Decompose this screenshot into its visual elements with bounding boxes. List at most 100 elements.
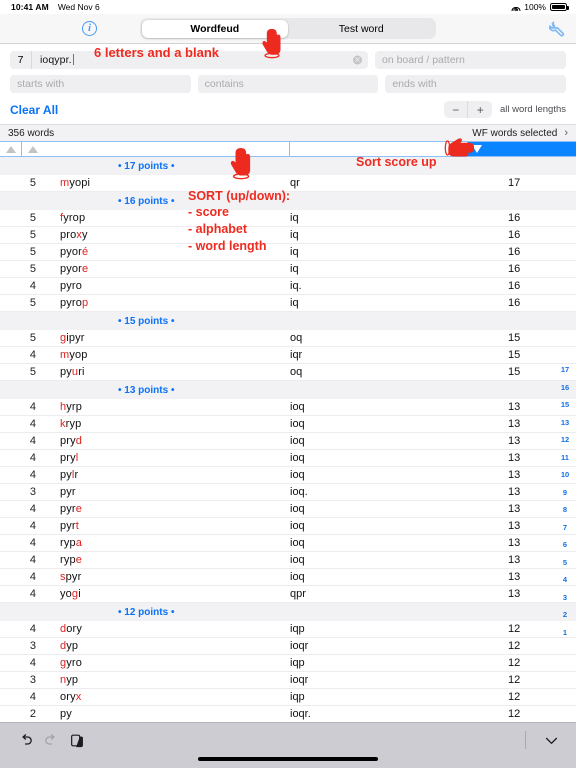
ios-status-bar: 10:41 AM Wed Nov 6 100% (0, 0, 576, 14)
sort-by-remaining-button[interactable] (290, 142, 468, 156)
table-row[interactable]: 2 py ioqr. 12 (0, 706, 576, 723)
index-scroller-item[interactable]: 10 (554, 466, 576, 484)
undo-icon[interactable] (12, 729, 38, 751)
index-scroller-item[interactable]: 2 (554, 606, 576, 624)
table-row[interactable]: 5 pyoré iq 16 (0, 244, 576, 261)
index-scroller-item[interactable]: 7 (554, 519, 576, 537)
table-row[interactable]: 5 gipyr oq 15 (0, 330, 576, 347)
info-circle-icon[interactable]: i (82, 21, 97, 36)
table-row[interactable]: 5 pyore iq 16 (0, 261, 576, 278)
index-scroller[interactable]: 17 16 15 13 12 11 10 9 8 7 6 5 4 3 2 1 (554, 361, 576, 641)
cell-word-length: 4 (29, 623, 36, 635)
sort-header-row (0, 141, 576, 157)
cell-word-length: 4 (29, 349, 36, 361)
index-scroller-item[interactable]: 11 (554, 449, 576, 467)
table-row[interactable]: 4 pryd ioq 13 (0, 433, 576, 450)
index-scroller-item[interactable]: 6 (554, 536, 576, 554)
score-group-label: • 13 points • (118, 384, 175, 396)
rack-letter: yro (66, 657, 83, 669)
bottom-toolbar (0, 722, 576, 768)
tab-test-word[interactable]: Test word (288, 20, 435, 38)
cell-word-length: 5 (29, 246, 36, 258)
index-scroller-item[interactable]: 3 (554, 589, 576, 607)
table-row[interactable]: 4 pyre ioq 13 (0, 501, 576, 518)
cell-score: 16 (508, 280, 521, 292)
table-row[interactable]: 4 pyrt ioq 13 (0, 518, 576, 535)
clear-circle-icon[interactable]: ✕ (353, 55, 362, 65)
table-row[interactable]: 4 kryp ioq 13 (0, 416, 576, 433)
table-row[interactable]: 4 gyro iqp 12 (0, 655, 576, 672)
toolbar-divider (525, 731, 526, 749)
cell-word-length: 5 (29, 297, 36, 309)
index-scroller-item[interactable]: 8 (554, 501, 576, 519)
index-scroller-item[interactable]: 13 (554, 414, 576, 432)
table-row[interactable]: 4 myop iqr 15 (0, 347, 576, 364)
cell-remaining-letters: iqp (290, 691, 305, 703)
rack-letter: yop (69, 349, 88, 361)
index-scroller-item[interactable]: 1 (554, 624, 576, 642)
board-pattern-input[interactable]: on board / pattern (375, 51, 566, 69)
contains-input[interactable]: contains (197, 75, 379, 93)
ends-with-input[interactable]: ends with (385, 75, 567, 93)
table-row[interactable]: 5 pyuri oq 15 (0, 364, 576, 381)
table-row[interactable]: 4 dory iqp 12 (0, 621, 576, 638)
cell-word: yogi (44, 588, 290, 600)
wrench-icon[interactable] (548, 20, 566, 38)
index-scroller-item[interactable]: 4 (554, 571, 576, 589)
index-scroller-item[interactable]: 15 (554, 396, 576, 414)
word-length-stepper[interactable]: − + (443, 101, 492, 118)
sort-by-alphabet-button[interactable] (22, 142, 290, 156)
rack-letter: pyr (60, 520, 76, 532)
table-row[interactable]: 5 proxy iq 16 (0, 227, 576, 244)
sort-by-length-button[interactable] (0, 142, 22, 156)
cell-score: 16 (508, 297, 521, 309)
index-scroller-item[interactable]: 5 (554, 554, 576, 572)
cell-word: pyro (44, 280, 290, 292)
rack-letter: py (60, 366, 72, 378)
paste-icon[interactable] (64, 729, 90, 751)
table-row[interactable]: 3 pyr ioq. 13 (0, 484, 576, 501)
table-row[interactable]: 5 myopi qr 17 (0, 175, 576, 192)
index-scroller-item[interactable]: 9 (554, 484, 576, 502)
cell-score: 17 (508, 177, 521, 189)
sort-descending-icon (472, 145, 482, 153)
chevron-down-icon[interactable] (538, 729, 564, 751)
cell-word-length: 5 (29, 212, 36, 224)
redo-icon[interactable] (38, 729, 64, 751)
table-row[interactable]: 4 yogi qpr 13 (0, 586, 576, 603)
blank-letter: x (75, 691, 82, 703)
cell-score: 16 (508, 229, 521, 241)
cell-score: 16 (508, 212, 521, 224)
starts-with-input[interactable]: starts with (10, 75, 191, 93)
length-increment-button[interactable]: + (468, 101, 492, 118)
table-row[interactable]: 5 fyrop iq 16 (0, 210, 576, 227)
sort-by-score-button[interactable] (468, 142, 576, 156)
cell-word: pyuri (44, 366, 290, 378)
tab-wordfeud[interactable]: Wordfeud (141, 19, 288, 38)
table-row[interactable]: 4 oryx iqp 12 (0, 689, 576, 706)
table-row[interactable]: 4 hyrp ioq 13 (0, 399, 576, 416)
dictionary-selector[interactable]: WF words selected › (472, 127, 568, 139)
index-scroller-item[interactable]: 17 (554, 361, 576, 379)
table-row[interactable]: 4 spyr ioq 13 (0, 569, 576, 586)
index-scroller-item[interactable]: 16 (554, 379, 576, 397)
cell-word-length: 4 (29, 452, 36, 464)
rack-letter: yrop (63, 212, 86, 224)
table-row[interactable]: 3 nyp ioqr 12 (0, 672, 576, 689)
table-row[interactable]: 3 dyp ioqr 12 (0, 638, 576, 655)
length-decrement-button[interactable]: − (444, 101, 469, 118)
mode-segmented-control[interactable]: Wordfeud Test word (140, 18, 436, 39)
cell-word-length: 5 (29, 366, 36, 378)
table-row[interactable]: 4 rypa ioq 13 (0, 535, 576, 552)
word-results-list[interactable]: • 17 points • 5 myopi qr 17 • 16 points • 5 fyr… (0, 157, 576, 746)
table-row[interactable]: 4 rype ioq 13 (0, 552, 576, 569)
cell-word-length: 4 (29, 401, 36, 413)
table-row[interactable]: 4 pyro iq. 16 (0, 278, 576, 295)
cell-remaining-letters: ioqr (290, 640, 309, 652)
table-row[interactable]: 4 pryl ioq 13 (0, 450, 576, 467)
rack-input[interactable]: 7 ioqypr. ✕ (10, 51, 368, 69)
clear-all-button[interactable]: Clear All (10, 103, 58, 117)
table-row[interactable]: 4 pylr ioq 13 (0, 467, 576, 484)
table-row[interactable]: 5 pyrop iq 16 (0, 295, 576, 312)
index-scroller-item[interactable]: 12 (554, 431, 576, 449)
